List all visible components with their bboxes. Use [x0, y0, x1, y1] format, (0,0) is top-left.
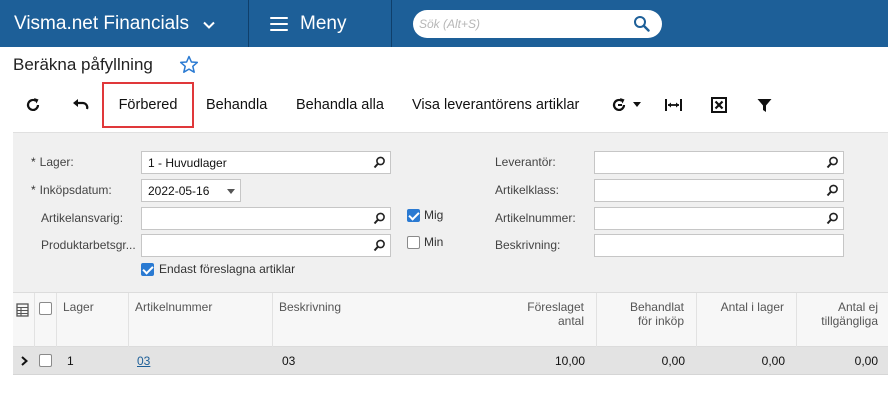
purchase-date-field[interactable]: 2022-05-16	[141, 179, 241, 202]
prepare-button[interactable]: Förbered	[102, 82, 194, 128]
export-excel-button[interactable]	[711, 88, 729, 122]
col-header-description[interactable]: Beskrivning	[273, 293, 497, 347]
star-icon[interactable]	[179, 55, 199, 79]
search-icon[interactable]	[373, 239, 386, 257]
fit-width-icon	[665, 99, 682, 111]
show-vendor-items-button[interactable]: Visa leverantörens artiklar	[412, 88, 579, 122]
warehouse-value: 1 - Huvudlager	[148, 156, 227, 170]
cell-in-stock: 0,00	[761, 353, 785, 368]
min-checkbox[interactable]	[407, 236, 420, 249]
selection-panel: * Lager: 1 - Huvudlager * Inköpsdatum: 202…	[13, 132, 888, 292]
vendor-field[interactable]	[594, 151, 844, 174]
chevron-down-icon	[203, 16, 215, 32]
process-all-label: Behandla alla	[296, 97, 384, 113]
select-all-cell	[35, 293, 57, 347]
warehouse-label: * Lager:	[31, 155, 74, 169]
undo-button[interactable]	[72, 88, 92, 122]
item-class-label: Artikelklass:	[495, 183, 560, 197]
warehouse-field[interactable]: 1 - Huvudlager	[141, 151, 391, 174]
filter-icon	[757, 98, 772, 112]
col-header-in-stock[interactable]: Antal i lager	[697, 293, 797, 347]
search-icon[interactable]	[373, 156, 386, 174]
vendor-label: Leverantör:	[495, 155, 556, 169]
col-header-processed[interactable]: Behandlat för inköp	[597, 293, 697, 347]
description-label: Beskrivning:	[495, 238, 561, 252]
table-row[interactable]: 1 03 03 10,00 0,00 0,00 0,00	[13, 347, 888, 375]
me-label: Mig	[424, 208, 444, 222]
cell-unavailable: 0,00	[854, 353, 878, 368]
product-group-label: Produktarbetsgr...	[41, 238, 136, 252]
fit-columns-button[interactable]	[665, 88, 683, 122]
item-number-field[interactable]	[594, 207, 844, 230]
purchase-date-value: 2022-05-16	[148, 184, 210, 198]
row-expand-icon[interactable]	[13, 347, 35, 374]
filter-button[interactable]	[757, 88, 773, 122]
column-settings-icon[interactable]	[13, 293, 35, 347]
cell-item-number: 03	[137, 347, 267, 374]
me-checkbox[interactable]	[407, 209, 420, 222]
chevron-down-icon[interactable]	[227, 189, 235, 194]
prepare-label: Förbered	[118, 97, 178, 113]
menu-button[interactable]: Meny	[270, 0, 346, 47]
topbar-divider	[248, 0, 249, 47]
search-icon[interactable]	[826, 212, 839, 230]
row-checkbox-cell	[39, 347, 57, 374]
suggested-only-label: Endast föreslagna artiklar	[159, 262, 296, 276]
select-all-checkbox[interactable]	[39, 302, 52, 315]
page-title: Beräkna påfyllning	[13, 55, 153, 74]
item-manager-field[interactable]	[141, 207, 391, 230]
item-manager-label: Artikelansvarig:	[41, 211, 124, 225]
caret-down-icon	[633, 102, 641, 107]
search-icon[interactable]	[373, 212, 386, 230]
app-switcher[interactable]: Visma.net Financials	[14, 0, 215, 47]
process-label: Behandla	[206, 97, 268, 113]
global-search	[413, 10, 662, 38]
item-class-field[interactable]	[594, 179, 844, 202]
refresh-options-button[interactable]	[611, 88, 643, 122]
hamburger-icon	[270, 16, 288, 31]
min-label: Min	[424, 235, 444, 249]
replenishment-grid: Lager Artikelnummer Beskrivning Föreslag…	[13, 292, 888, 403]
cell-processed: 0,00	[661, 353, 685, 368]
process-button[interactable]: Behandla	[206, 88, 267, 122]
search-icon[interactable]	[826, 156, 839, 174]
search-icon[interactable]	[826, 184, 839, 202]
show-vendor-items-label: Visa leverantörens artiklar	[412, 97, 580, 113]
cell-suggested-qty: 10,00	[554, 353, 585, 368]
refresh-icon	[26, 98, 40, 111]
top-bar: Visma.net Financials Meny	[0, 0, 888, 47]
item-number-label: Artikelnummer:	[495, 211, 576, 225]
cell-warehouse: 1	[67, 353, 74, 368]
process-all-button[interactable]: Behandla alla	[296, 88, 384, 122]
cell-description: 03	[282, 353, 296, 368]
col-header-warehouse[interactable]: Lager	[57, 293, 129, 347]
purchase-date-label: * Inköpsdatum:	[31, 183, 112, 197]
item-number-link[interactable]: 03	[137, 354, 150, 368]
undo-icon	[73, 99, 89, 110]
toolbar: Förbered Behandla Behandla alla Visa lev…	[0, 82, 888, 128]
excel-icon	[711, 97, 727, 113]
search-icon[interactable]	[633, 15, 650, 37]
refresh-button[interactable]	[25, 88, 43, 122]
suggested-only-checkbox[interactable]	[141, 263, 154, 276]
col-header-unavailable[interactable]: Antal ej tillgängliga	[797, 293, 888, 347]
menu-label: Meny	[300, 12, 347, 34]
refresh-settings-icon	[612, 98, 626, 111]
topbar-divider	[391, 0, 392, 47]
description-field[interactable]	[594, 234, 844, 257]
grid-header: Lager Artikelnummer Beskrivning Föreslag…	[13, 292, 888, 347]
app-name: Visma.net Financials	[14, 12, 189, 34]
col-header-suggested-qty[interactable]: Föreslaget antal	[497, 293, 597, 347]
col-header-item-number[interactable]: Artikelnummer	[129, 293, 273, 347]
product-group-field[interactable]	[141, 234, 391, 257]
search-input[interactable]	[419, 14, 619, 34]
row-checkbox[interactable]	[39, 354, 52, 367]
